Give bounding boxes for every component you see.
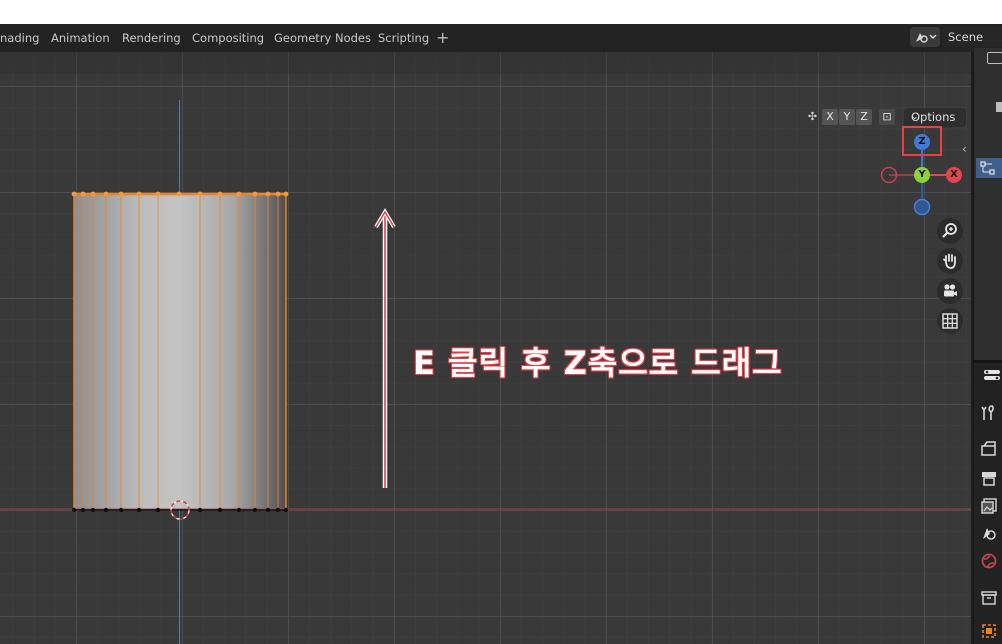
grid-icon <box>942 313 958 329</box>
tab-shading[interactable]: nading <box>0 24 39 52</box>
camera-view-button[interactable] <box>937 278 963 304</box>
ortho-toggle-button[interactable] <box>937 308 963 334</box>
blender-window: nading Animation Rendering Compositing G… <box>0 24 1002 644</box>
instruction-annotation: E 클릭 후 Z축으로 드래그 <box>413 344 783 382</box>
gizmo-y-axis[interactable]: Y <box>914 167 930 183</box>
outliner-selected-row[interactable] <box>976 158 1002 178</box>
properties-editor-icon[interactable] <box>982 367 1000 385</box>
camera-icon <box>944 284 957 297</box>
options-dropdown[interactable]: Options ⌄ <box>904 108 966 127</box>
outliner-filter-icon[interactable] <box>996 102 1002 112</box>
scene-selector-button[interactable] <box>910 27 940 47</box>
right-panel <box>973 48 1002 644</box>
axis-y-button[interactable]: Y <box>839 109 855 125</box>
gizmo-toggle-icon[interactable]: ✣ <box>804 109 821 125</box>
chevron-left-icon[interactable]: ‹ <box>962 142 967 156</box>
hand-icon <box>943 253 956 269</box>
scene-icon <box>916 33 937 43</box>
gizmo-x-axis[interactable]: X <box>946 167 962 183</box>
arrow-up-icon <box>374 208 396 488</box>
axis-x-button[interactable]: X <box>822 109 838 125</box>
axis-z-button[interactable]: Z <box>856 109 872 125</box>
outliner-display-icon[interactable] <box>987 52 1002 64</box>
add-workspace-button[interactable]: + <box>436 24 449 52</box>
collection-icon[interactable] <box>980 589 998 607</box>
workspace-bar: nading Animation Rendering Compositing G… <box>0 24 1002 52</box>
tool-icon[interactable] <box>980 404 998 422</box>
zoom-button[interactable] <box>937 218 963 244</box>
3d-viewport[interactable]: ✣ X Y Z ⊡ Options ⌄ Z Y X ‹ E 클릭 후 Z축으로 … <box>0 52 971 644</box>
view-layer-icon[interactable] <box>980 497 998 515</box>
mesh-object-icon <box>980 161 995 175</box>
tab-animation[interactable]: Animation <box>51 24 110 52</box>
tab-rendering[interactable]: Rendering <box>122 24 181 52</box>
scene-name: Scene <box>948 30 984 44</box>
tab-scripting[interactable]: Scripting <box>378 24 429 52</box>
zoom-icon <box>942 223 957 238</box>
snap-icon[interactable]: ⊡ <box>879 109 895 125</box>
properties-tabs <box>974 363 1002 644</box>
outliner[interactable] <box>974 48 1002 360</box>
gizmo-z-axis[interactable]: Z <box>914 134 930 150</box>
scene-name-field[interactable]: Scene <box>942 27 1002 47</box>
object-icon[interactable] <box>980 622 998 640</box>
tab-geometry-nodes[interactable]: Geometry Nodes <box>274 24 371 52</box>
chevron-down-icon: ⌄ <box>911 112 919 122</box>
render-icon[interactable] <box>980 440 998 458</box>
scene-icon[interactable] <box>980 524 998 542</box>
tab-compositing[interactable]: Compositing <box>192 24 264 52</box>
output-icon[interactable] <box>980 469 998 487</box>
world-icon[interactable] <box>980 552 998 570</box>
pan-button[interactable] <box>937 248 963 274</box>
